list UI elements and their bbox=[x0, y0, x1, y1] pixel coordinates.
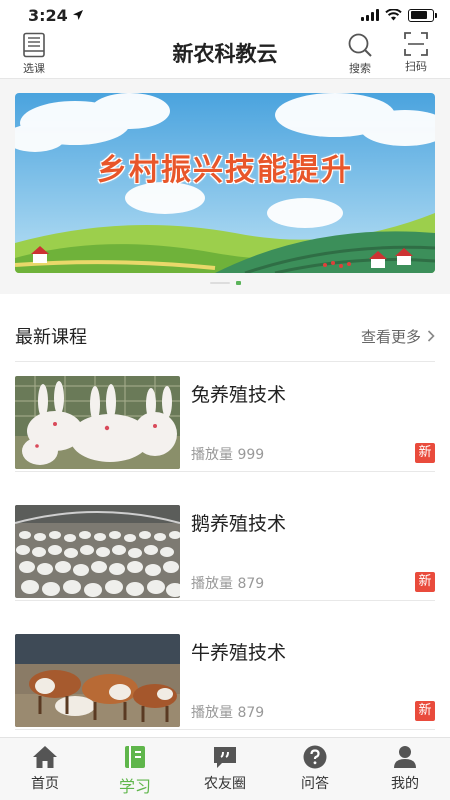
carousel-dot-active[interactable] bbox=[235, 281, 241, 285]
question-icon bbox=[303, 745, 327, 769]
wifi-icon bbox=[385, 9, 402, 21]
new-badge: 新 bbox=[415, 572, 435, 592]
cattle-photo bbox=[15, 634, 180, 727]
play-count: 播放量 879 bbox=[191, 705, 265, 721]
new-badge: 新 bbox=[415, 443, 435, 463]
scan-icon bbox=[404, 32, 428, 56]
latest-courses-header: 最新课程 查看更多 bbox=[15, 316, 435, 356]
book-icon bbox=[23, 32, 45, 58]
course-item-cattle[interactable]: 牛养殖技术 播放量 879 新 bbox=[15, 620, 435, 730]
battery-icon bbox=[408, 8, 437, 22]
tab-home-label: 首页 bbox=[31, 776, 59, 792]
tab-farmer-circle[interactable]: 农友圈 bbox=[180, 738, 270, 800]
status-icons bbox=[361, 8, 437, 22]
select-course-label: 选课 bbox=[23, 62, 45, 75]
search-icon bbox=[348, 33, 372, 57]
select-course-button[interactable]: 选课 bbox=[14, 32, 54, 76]
carousel-dot[interactable] bbox=[209, 282, 230, 284]
course-thumbnail bbox=[15, 634, 180, 727]
course-item-goose[interactable]: 鹅养殖技术 播放量 879 新 bbox=[15, 491, 435, 601]
tab-qa[interactable]: 问答 bbox=[270, 738, 360, 800]
carousel-indicator bbox=[0, 281, 450, 285]
scan-button[interactable]: 扫码 bbox=[396, 32, 436, 76]
goose-photo bbox=[15, 505, 180, 598]
view-more-label: 查看更多 bbox=[360, 327, 421, 346]
tab-farmer-circle-label: 农友圈 bbox=[204, 776, 246, 792]
scan-label: 扫码 bbox=[405, 60, 427, 73]
tab-mine[interactable]: 我的 bbox=[360, 738, 450, 800]
user-icon bbox=[394, 746, 416, 768]
study-icon bbox=[125, 746, 145, 768]
bottom-tab-bar: 首页 学习 农友圈 问答 我的 bbox=[0, 737, 450, 800]
course-item-rabbit[interactable]: 兔养殖技术 播放量 999 新 bbox=[15, 362, 435, 472]
section-title: 最新课程 bbox=[15, 327, 87, 348]
course-thumbnail bbox=[15, 376, 180, 469]
view-more-link[interactable]: 查看更多 bbox=[361, 326, 435, 347]
app-header: 新农科教云 选课 搜索 扫码 bbox=[0, 30, 450, 78]
tab-study-label: 学习 bbox=[118, 777, 151, 796]
tab-qa-label: 问答 bbox=[301, 776, 329, 792]
status-bar: 3:24 bbox=[0, 0, 450, 30]
banner-area: 乡村振兴技能提升 bbox=[0, 79, 450, 294]
new-badge: 新 bbox=[415, 701, 435, 721]
course-title: 牛养殖技术 bbox=[191, 642, 287, 664]
location-arrow-icon bbox=[72, 10, 83, 20]
clock: 3:24 bbox=[28, 5, 68, 25]
banner-slide[interactable]: 乡村振兴技能提升 bbox=[15, 93, 435, 273]
tab-study[interactable]: 学习 bbox=[90, 738, 180, 800]
search-button[interactable]: 搜索 bbox=[340, 32, 380, 76]
home-icon bbox=[33, 746, 57, 768]
search-label: 搜索 bbox=[349, 62, 371, 75]
chevron-right-icon bbox=[427, 330, 435, 342]
course-thumbnail bbox=[15, 505, 180, 598]
chat-quote-icon bbox=[214, 747, 236, 768]
cellular-signal-icon bbox=[361, 9, 379, 21]
tab-home[interactable]: 首页 bbox=[0, 738, 90, 800]
rabbit-photo bbox=[15, 376, 180, 469]
play-count: 播放量 879 bbox=[191, 576, 265, 592]
banner-headline: 乡村振兴技能提升 bbox=[97, 153, 353, 188]
course-title: 兔养殖技术 bbox=[191, 384, 287, 406]
play-count: 播放量 999 bbox=[191, 447, 265, 463]
status-time: 3:24 bbox=[28, 6, 84, 25]
tab-mine-label: 我的 bbox=[391, 776, 419, 792]
course-title: 鹅养殖技术 bbox=[191, 513, 287, 535]
